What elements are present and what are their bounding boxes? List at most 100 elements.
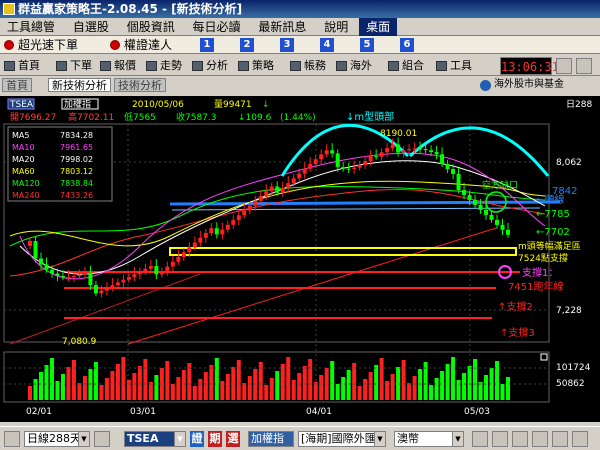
volume-bar xyxy=(286,357,291,400)
candle xyxy=(264,191,269,197)
warrant-link[interactable]: 權證達人 xyxy=(110,36,172,54)
long-trendline xyxy=(127,227,497,345)
quick-button-4[interactable]: 4 xyxy=(320,38,334,52)
overseas-button[interactable]: 海外 xyxy=(336,58,372,74)
candle xyxy=(434,152,439,155)
candle xyxy=(500,224,505,230)
volume-bar xyxy=(82,376,87,400)
symbol-select[interactable]: TSEA ▼ xyxy=(124,431,186,447)
draw-icon[interactable] xyxy=(512,431,528,447)
tab-home[interactable]: 首頁 xyxy=(2,78,32,92)
quick-button-1[interactable]: 1 xyxy=(200,38,214,52)
ma5-name: MA5 xyxy=(12,131,29,140)
ma240-value: 7433.26 xyxy=(60,191,93,200)
m-target-label-2: 7524點支撐 xyxy=(518,252,568,264)
volume-bar xyxy=(407,383,412,400)
quick-button-5[interactable]: 5 xyxy=(360,38,374,52)
strategy-button[interactable]: 策略 xyxy=(238,58,274,74)
analysis-button[interactable]: 分析 xyxy=(192,58,228,74)
volume-bar xyxy=(143,359,148,400)
app-icon[interactable] xyxy=(3,3,15,15)
high-label: 高7702.11 xyxy=(68,111,114,123)
candle xyxy=(473,199,478,205)
m-target-zone xyxy=(169,247,517,256)
grid-icon[interactable] xyxy=(556,58,572,74)
combo-button[interactable]: 組合 xyxy=(388,58,424,74)
volume-panel-toggle[interactable] xyxy=(540,353,548,361)
window-icon[interactable] xyxy=(576,58,592,74)
volume-bar xyxy=(242,383,247,400)
volume-bar xyxy=(49,358,54,400)
candle xyxy=(77,274,82,277)
ma240-name: MA240 xyxy=(12,191,40,200)
currency-select[interactable]: 澳幣 ▼ xyxy=(394,431,464,447)
tab-new-technical[interactable]: 新技術分析 xyxy=(48,78,111,92)
candle xyxy=(495,219,500,225)
quick-button-3[interactable]: 3 xyxy=(280,38,294,52)
candle xyxy=(132,274,137,277)
candle xyxy=(280,187,285,193)
red-dot-icon xyxy=(4,40,14,50)
quick-button-6[interactable]: 6 xyxy=(400,38,414,52)
home-icon xyxy=(4,61,15,71)
candle xyxy=(401,150,406,153)
candlestick-chart[interactable]: TSEA 加權指 2010/05/06 量99471 ↓ 日288 開7696.… xyxy=(0,96,600,422)
menu-tools[interactable]: 工具總管 xyxy=(0,18,62,36)
fast-order-link[interactable]: 超光速下單 xyxy=(4,36,78,54)
settings-icon[interactable] xyxy=(94,431,110,447)
quote-button[interactable]: 報價 xyxy=(100,58,136,74)
tab-technical[interactable]: 技術分析 xyxy=(114,78,166,92)
price-tick: 7,228 xyxy=(556,306,582,316)
futures-button[interactable]: 期 xyxy=(208,431,222,447)
quick-button-2[interactable]: 2 xyxy=(240,38,254,52)
menu-bar: 工具總管 自選股 個股資訊 每日必讀 最新訊息 說明 桌面 xyxy=(0,18,600,36)
candle xyxy=(407,149,412,151)
account-button[interactable]: 帳務 xyxy=(290,58,326,74)
wrench-icon[interactable] xyxy=(492,431,508,447)
stock-button[interactable]: 證 xyxy=(190,431,204,447)
candle xyxy=(462,190,467,195)
order-button[interactable]: 下單 xyxy=(56,58,92,74)
volume-bar xyxy=(275,371,280,400)
volume-bar xyxy=(33,379,38,400)
candle xyxy=(242,210,247,216)
menu-help[interactable]: 說明 xyxy=(317,18,355,36)
candle xyxy=(506,229,510,235)
menu-desktop[interactable]: 桌面 xyxy=(359,18,398,36)
volume-bar xyxy=(187,363,192,400)
candle xyxy=(33,241,38,259)
eraser-icon[interactable] xyxy=(532,431,548,447)
index-name-box[interactable]: 加權指 xyxy=(248,431,294,447)
home-button[interactable]: 首頁 xyxy=(4,58,40,74)
overseas-market-link[interactable]: 海外股市與基金 xyxy=(480,79,564,91)
trend-button[interactable]: 走勢 xyxy=(146,58,182,74)
volume-bar xyxy=(154,375,159,400)
volume-bar xyxy=(104,378,109,400)
print-icon[interactable] xyxy=(572,431,588,447)
support1-label-b: 7451跑年線 xyxy=(508,280,563,293)
date-label: 2010/05/06 xyxy=(132,100,184,110)
options-button[interactable]: 選 xyxy=(226,431,240,447)
volume-bar xyxy=(110,371,115,400)
volume-bar xyxy=(379,358,384,400)
menu-watchlist[interactable]: 自選股 xyxy=(66,18,116,36)
plus-icon[interactable] xyxy=(472,431,488,447)
tools-button[interactable]: 工具 xyxy=(436,58,472,74)
chevron-down-icon: ▼ xyxy=(174,432,185,446)
menu-daily[interactable]: 每日必讀 xyxy=(186,18,248,36)
volume-bar xyxy=(280,364,285,400)
candle xyxy=(28,241,32,246)
prev-icon[interactable] xyxy=(4,431,20,447)
candle xyxy=(165,266,170,272)
candle xyxy=(275,186,280,193)
period-select[interactable]: 日線288天 ▼ xyxy=(24,431,90,447)
menu-stock-info[interactable]: 個股資訊 xyxy=(120,18,182,36)
candle xyxy=(214,228,219,235)
analysis-icon xyxy=(192,61,203,71)
menu-news[interactable]: 最新訊息 xyxy=(251,18,313,36)
zoom-icon[interactable] xyxy=(552,431,568,447)
account-icon xyxy=(290,61,301,71)
order-icon xyxy=(56,61,67,71)
chart-area[interactable]: TSEA 加權指 2010/05/06 量99471 ↓ 日288 開7696.… xyxy=(0,96,600,422)
market-select[interactable]: [海期]國際外匯 ▼ xyxy=(298,431,386,447)
